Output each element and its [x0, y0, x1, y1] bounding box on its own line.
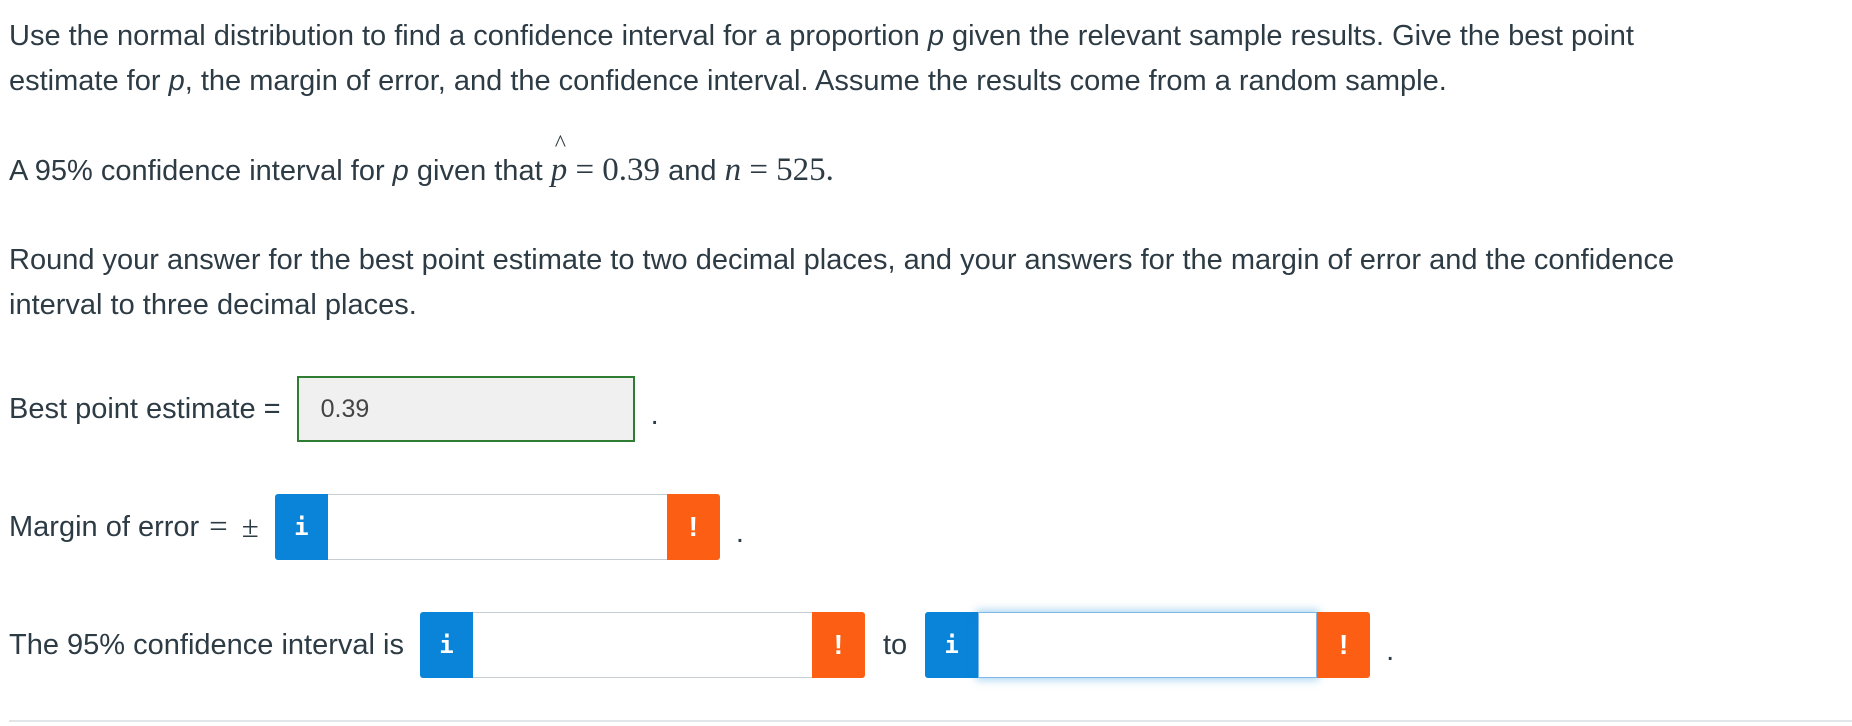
confidence-interval-label: The 95% confidence interval is [9, 628, 404, 661]
problem-prompt: A 95% confidence interval for p given th… [9, 131, 1839, 194]
best-point-answer-box[interactable]: 0.39 [296, 376, 635, 442]
instructions-text: Use the normal distribution to find a co… [9, 20, 1634, 97]
confidence-interval-period: . [1386, 634, 1395, 667]
var-p: p [927, 20, 944, 52]
margin-of-error-input[interactable] [327, 494, 667, 560]
var-p: p [392, 155, 409, 187]
p-hat-symbol: ^ p [550, 131, 568, 188]
best-point-row: Best point estimate = 0.39 . [9, 376, 659, 442]
margin-of-error-row: Margin of error = ± i ! . [9, 494, 744, 560]
ci-upper-input[interactable] [978, 612, 1318, 678]
warning-icon[interactable]: ! [1317, 612, 1371, 678]
margin-of-error-field: i ! [274, 494, 720, 560]
info-icon[interactable]: i [274, 494, 328, 560]
equals-sign: = [209, 508, 228, 545]
plus-minus-sign: ± [241, 509, 259, 544]
margin-of-error-label: Margin of error [9, 510, 200, 543]
n-symbol: n [724, 152, 742, 188]
info-icon[interactable]: i [419, 612, 473, 678]
bottom-divider [9, 720, 1852, 722]
margin-of-error-period: . [735, 516, 744, 549]
info-icon[interactable]: i [925, 612, 979, 678]
var-p: p [168, 65, 185, 97]
best-point-value: 0.39 [320, 394, 370, 423]
hat-accent: ^ [554, 131, 566, 157]
best-point-label: Best point estimate = [9, 392, 281, 425]
warning-icon[interactable]: ! [811, 612, 865, 678]
warning-icon[interactable]: ! [666, 494, 720, 560]
n-value: = 525. [741, 152, 834, 188]
confidence-interval-row: The 95% confidence interval is i ! to i … [9, 612, 1394, 678]
ci-upper-field: i ! [925, 612, 1371, 678]
ci-lower-field: i ! [419, 612, 865, 678]
p-hat-value: = 0.39 [567, 152, 661, 188]
to-label: to [882, 628, 908, 661]
ci-lower-input[interactable] [472, 612, 812, 678]
rounding-instructions: Round your answer for the best point est… [9, 244, 1675, 321]
best-point-period: . [650, 398, 659, 431]
question-body: Use the normal distribution to find a co… [9, 14, 1839, 328]
